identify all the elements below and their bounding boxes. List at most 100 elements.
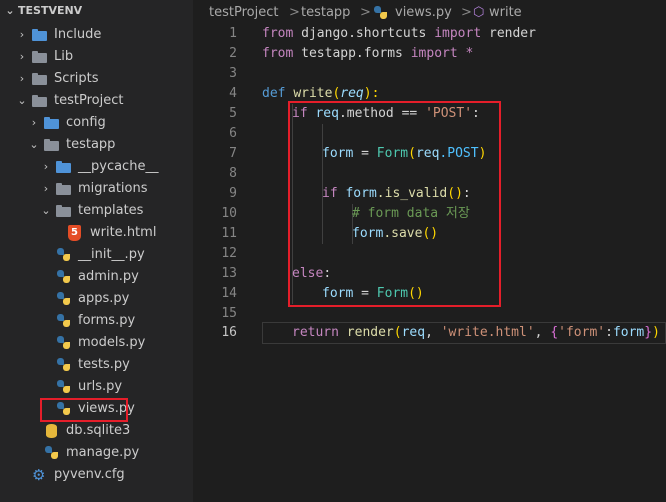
explorer-item-apps-py[interactable]: apps.py (0, 288, 193, 310)
token: import (434, 26, 482, 41)
chevron-down-icon[interactable]: ⌄ (28, 134, 40, 156)
token: req (315, 106, 339, 121)
explorer-sidebar: ⌄ TESTVENV › Include › Lib › Scripts ⌄ testProj… (0, 0, 193, 502)
code-line-11[interactable]: form.save() (193, 224, 666, 244)
chevron-down-icon: ⌄ (5, 4, 15, 17)
token: , (534, 325, 551, 340)
chevron-right-icon[interactable]: › (16, 46, 28, 68)
code-line-10[interactable]: # form data 저장 (193, 204, 666, 224)
breadcrumb-separator-3: > (461, 5, 472, 20)
code-line-14[interactable]: form = Form() (193, 284, 666, 304)
python-file-icon (56, 269, 72, 285)
token: testapp.forms (301, 46, 403, 61)
python-file-icon (56, 335, 72, 351)
explorer-item-label: urls.py (78, 379, 123, 394)
gear-icon: ⚙ (32, 466, 46, 484)
explorer-item-manage-py[interactable]: manage.py (0, 442, 193, 464)
explorer-item-label: forms.py (78, 313, 136, 328)
breadcrumb-file-views[interactable]: views.py (395, 0, 452, 26)
chevron-down-icon[interactable]: ⌄ (40, 200, 52, 222)
explorer-item-db-sqlite3[interactable]: db.sqlite3 (0, 420, 193, 442)
token: .POST (439, 146, 479, 161)
breadcrumb: testProject > testapp > views.py > ⬡ wri… (193, 0, 666, 26)
explorer-item-label: views.py (78, 401, 135, 416)
explorer-item-models-py[interactable]: models.py (0, 332, 193, 354)
token: : (605, 325, 613, 340)
token: 'form' (558, 325, 606, 340)
token: * (465, 46, 474, 61)
code-line-16[interactable]: return render(req, 'write.html', {'form'… (193, 323, 666, 343)
chevron-down-icon[interactable]: ⌄ (16, 90, 28, 112)
token: req (415, 146, 440, 161)
line-number-row: 12 (193, 244, 666, 264)
token: if (292, 106, 308, 121)
token: from (262, 26, 294, 41)
chevron-right-icon[interactable]: › (40, 178, 52, 200)
code-line-13[interactable]: else: (193, 264, 666, 284)
explorer-item-templates[interactable]: ⌄ templates (0, 200, 193, 222)
token: .is_valid (376, 186, 448, 201)
explorer-item-label: testapp (66, 137, 116, 152)
code-line-5[interactable]: if req.method == 'POST': (193, 104, 666, 124)
token: 'write.html' (440, 325, 535, 340)
explorer-item-admin-py[interactable]: admin.py (0, 266, 193, 288)
token: form (322, 286, 354, 301)
token: () (408, 286, 424, 301)
explorer-item-label: manage.py (66, 445, 140, 460)
explorer-item-label: templates (78, 203, 144, 218)
breadcrumb-separator-2: > (360, 5, 371, 20)
breadcrumb-folder-testproject[interactable]: testProject (209, 0, 278, 26)
code-line-2[interactable]: from testapp.forms import * (193, 44, 666, 64)
breadcrumb-folder-testapp[interactable]: testapp (301, 0, 350, 26)
python-file-icon (56, 401, 72, 417)
chevron-right-icon[interactable]: › (16, 68, 28, 90)
explorer-item-scripts[interactable]: › Scripts (0, 68, 193, 90)
token: : (323, 266, 332, 281)
code-line-1[interactable]: from django.shortcuts import render (193, 24, 666, 44)
code-editor[interactable]: testProject > testapp > views.py > ⬡ wri… (193, 0, 666, 502)
token: req (401, 325, 426, 340)
explorer-item-forms-py[interactable]: forms.py (0, 310, 193, 332)
explorer-item-config[interactable]: › config (0, 112, 193, 134)
code-line-7[interactable]: form = Form(req.POST) (193, 144, 666, 164)
token: write (293, 86, 333, 101)
token: () (447, 186, 463, 201)
folder-icon (44, 115, 60, 131)
code-line-4[interactable]: def write(req): (193, 84, 666, 104)
token: .method (338, 106, 402, 121)
explorer-item-init-py[interactable]: __init__.py (0, 244, 193, 266)
explorer-item-label: pyvenv.cfg (54, 467, 125, 482)
python-file-icon (373, 5, 389, 21)
explorer-item-label: write.html (90, 225, 157, 240)
explorer-item-label: Scripts (54, 71, 99, 86)
explorer-item-tests-py[interactable]: tests.py (0, 354, 193, 376)
explorer-item-include[interactable]: › Include (0, 24, 193, 46)
html-file-icon: 5 (68, 225, 81, 241)
explorer-item-lib[interactable]: › Lib (0, 46, 193, 68)
database-file-icon (44, 423, 60, 439)
explorer-item-urls-py[interactable]: urls.py (0, 376, 193, 398)
explorer-item-testapp[interactable]: ⌄ testapp (0, 134, 193, 156)
explorer-item-pycache[interactable]: › __pycache__ (0, 156, 193, 178)
explorer-item-pyvenv-cfg[interactable]: ⚙ pyvenv.cfg (0, 464, 193, 486)
folder-icon (44, 137, 60, 153)
folder-icon (56, 159, 72, 175)
chevron-right-icon[interactable]: › (28, 112, 40, 134)
line-number-row: 8 (193, 164, 666, 184)
explorer-item-views-py[interactable]: views.py (0, 398, 193, 420)
breadcrumb-separator-1: > (289, 5, 300, 20)
code-line-9[interactable]: if form.is_valid(): (193, 184, 666, 204)
token: form (345, 186, 377, 201)
folder-icon (56, 181, 72, 197)
folder-icon (32, 49, 48, 65)
chevron-right-icon[interactable]: › (16, 24, 28, 46)
chevron-right-icon[interactable]: › (40, 156, 52, 178)
token: () (422, 226, 439, 241)
breadcrumb-symbol-write[interactable]: write (489, 0, 522, 26)
token: , (425, 325, 441, 340)
explorer-item-migrations[interactable]: › migrations (0, 178, 193, 200)
explorer-item-write-html[interactable]: 5 write.html (0, 222, 193, 244)
explorer-root-folder[interactable]: ⌄ TESTVENV (0, 0, 193, 22)
explorer-item-testproject[interactable]: ⌄ testProject (0, 90, 193, 112)
explorer-item-label: __init__.py (78, 247, 145, 262)
